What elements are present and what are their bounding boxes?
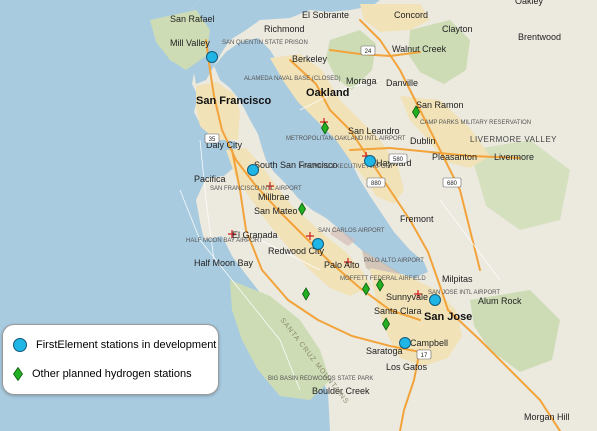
legend-label-firstelement: FirstElement stations in development xyxy=(36,339,217,351)
feature-label-hayward-executive-airport: HAYWARD EXECUTIVE AIRPORT xyxy=(300,164,394,170)
feature-label-half-moon-bay-airport: HALF MOON BAY AIRPORT xyxy=(186,238,263,244)
svg-text:680: 680 xyxy=(447,181,458,187)
feature-label-camp-parks-military-reservation: CAMP PARKS MILITARY RESERVATION xyxy=(420,120,531,126)
firstelement-station-marker[interactable] xyxy=(312,238,324,250)
place-label-brentwood: Brentwood xyxy=(518,32,561,42)
place-label-pacifica: Pacifica xyxy=(194,174,226,184)
map-legend: FirstElement stations in development Oth… xyxy=(2,324,219,395)
highway-shield-680: 680 xyxy=(442,177,462,188)
place-label-richmond: Richmond xyxy=(264,24,305,34)
feature-label-metropolitan-oakland-intl-airport: METROPOLITAN OAKLAND INTL AIRPORT xyxy=(286,136,406,142)
place-label-alum-rock: Alum Rock xyxy=(478,296,522,306)
place-label-dublin: Dublin xyxy=(410,136,436,146)
place-label-morgan-hill: Morgan Hill xyxy=(524,412,570,422)
place-label-san-leandro: San Leandro xyxy=(348,126,400,136)
firstelement-station-marker[interactable] xyxy=(399,337,411,349)
place-label-santa-clara: Santa Clara xyxy=(374,306,422,316)
highway-shield-17: 17 xyxy=(416,349,432,360)
firstelement-station-marker[interactable] xyxy=(247,164,259,176)
highway-shield-580: 580 xyxy=(388,153,408,164)
place-label-clayton: Clayton xyxy=(442,24,473,34)
place-label-concord: Concord xyxy=(394,10,428,20)
feature-label-big-basin-redwoods-state-park: BIG BASIN REDWOODS STATE PARK xyxy=(268,376,373,382)
svg-text:580: 580 xyxy=(393,157,404,163)
place-label-pleasanton: Pleasanton xyxy=(432,152,477,162)
place-label-san-ramon: San Ramon xyxy=(416,100,464,110)
highway-shield-35: 35 xyxy=(204,133,220,144)
firstelement-station-marker[interactable] xyxy=(364,155,376,167)
feature-label-san-francisco-intl-airport: SAN FRANCISCO INTL AIRPORT xyxy=(210,186,302,192)
highway-shield-24: 24 xyxy=(360,45,376,56)
place-label-berkeley: Berkeley xyxy=(292,54,328,64)
place-label-danville: Danville xyxy=(386,78,418,88)
place-label-saratoga: Saratoga xyxy=(366,346,403,356)
highway-shield-880: 880 xyxy=(366,177,386,188)
feature-label-san-jose-intl-airport: SAN JOSE INTL AIRPORT xyxy=(428,290,500,296)
feature-label-alameda-naval-base-closed-: ALAMEDA NAVAL BASE (CLOSED) xyxy=(244,76,341,82)
place-label-oakland: Oakland xyxy=(306,87,349,99)
place-label-milpitas: Milpitas xyxy=(442,274,473,284)
place-label-palo-alto: Palo Alto xyxy=(324,260,360,270)
place-label-livermore-valley: LIVERMORE VALLEY xyxy=(470,135,557,144)
place-label-mill-valley: Mill Valley xyxy=(170,38,210,48)
place-label-san-mateo: San Mateo xyxy=(254,206,298,216)
place-label-san-francisco: San Francisco xyxy=(196,95,271,107)
svg-text:24: 24 xyxy=(365,49,372,55)
place-label-fremont: Fremont xyxy=(400,214,434,224)
svg-text:17: 17 xyxy=(421,353,428,359)
place-label-el-sobrante: El Sobrante xyxy=(302,10,349,20)
place-label-san-jose: San Jose xyxy=(424,311,472,323)
place-label-sunnyvale: Sunnyvale xyxy=(386,292,428,302)
place-label-moraga: Moraga xyxy=(346,76,377,86)
diamond-marker-icon xyxy=(13,367,23,381)
place-label-livermore: Livermore xyxy=(494,152,534,162)
feature-label-moffett-federal-airfield: MOFFETT FEDERAL AIRFIELD xyxy=(340,276,426,282)
place-label-half-moon-bay: Half Moon Bay xyxy=(194,258,254,268)
firstelement-station-marker[interactable] xyxy=(206,51,218,63)
legend-row-firstelement: FirstElement stations in development xyxy=(13,338,216,352)
feature-label-palo-alto-airport: PALO ALTO AIRPORT xyxy=(364,258,424,264)
feature-label-san-quentin-state-prison: SAN QUENTIN STATE PRISON xyxy=(222,40,308,46)
place-label-millbrae: Millbrae xyxy=(258,192,290,202)
place-label-los-gatos: Los Gatos xyxy=(386,362,428,372)
legend-row-hydrogen: Other planned hydrogen stations xyxy=(13,367,192,381)
place-label-san-rafael: San Rafael xyxy=(170,14,215,24)
place-label-walnut-creek: Walnut Creek xyxy=(392,44,447,54)
firstelement-station-marker[interactable] xyxy=(429,294,441,306)
place-label-campbell: Campbell xyxy=(410,338,448,348)
place-label-oakley: Oakley xyxy=(515,0,544,6)
svg-text:35: 35 xyxy=(209,137,216,143)
legend-label-hydrogen: Other planned hydrogen stations xyxy=(32,368,192,380)
circle-marker-icon xyxy=(13,338,27,352)
feature-label-san-carlos-airport: SAN CARLOS AIRPORT xyxy=(318,228,385,234)
svg-text:880: 880 xyxy=(371,181,382,187)
